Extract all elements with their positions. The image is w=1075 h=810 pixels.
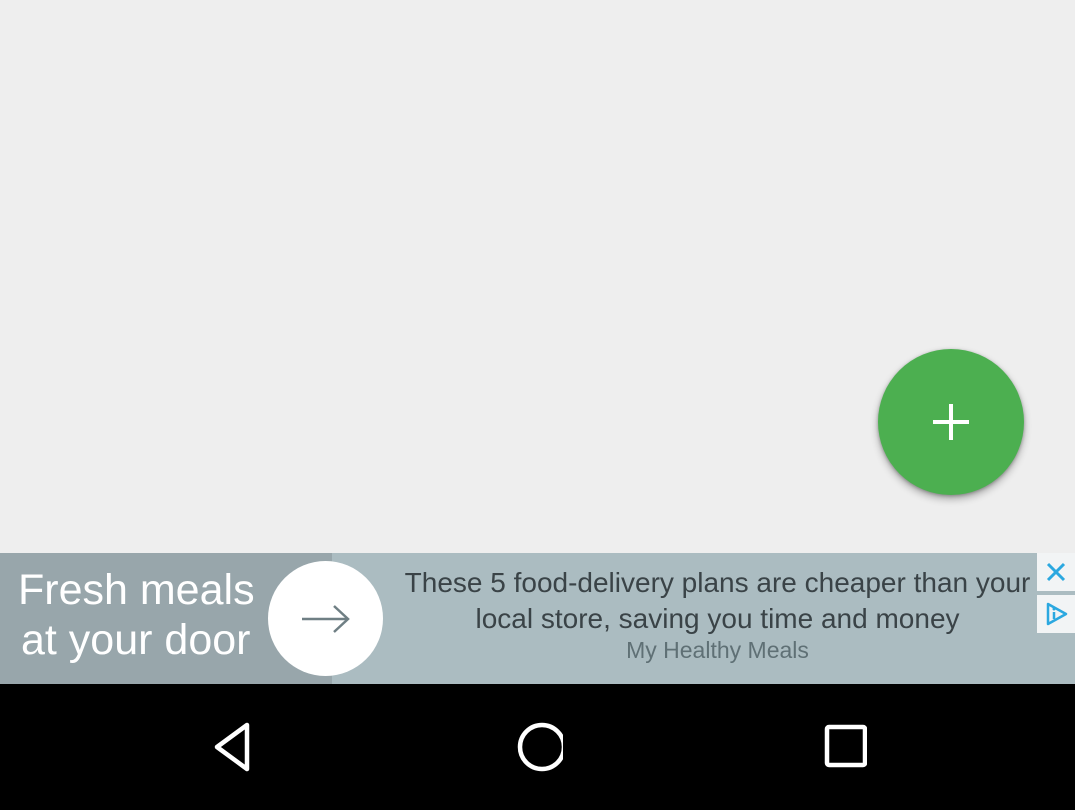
system-navigation-bar xyxy=(0,684,1075,810)
adchoices-icon xyxy=(1046,602,1068,626)
nav-home-button[interactable] xyxy=(500,714,570,780)
close-icon xyxy=(1046,562,1066,582)
ad-arrow-button[interactable] xyxy=(268,561,383,676)
ad-tagline-line-2: at your door xyxy=(21,616,251,664)
nav-recents-button[interactable] xyxy=(804,714,874,780)
recents-square-icon xyxy=(824,724,867,768)
plus-icon xyxy=(933,404,969,440)
nav-back-button[interactable] xyxy=(198,714,268,780)
ad-source[interactable]: My Healthy Meals xyxy=(395,637,1040,664)
ad-tagline: Fresh meals at your door xyxy=(18,565,268,665)
ad-tagline-line-1: Fresh meals xyxy=(18,566,255,614)
ad-banner[interactable]: Fresh meals at your door These 5 food-de… xyxy=(0,553,1075,684)
ad-close-button[interactable] xyxy=(1037,553,1075,591)
arrow-right-icon xyxy=(301,604,350,633)
adchoices-button[interactable] xyxy=(1037,595,1075,633)
home-circle-icon xyxy=(517,722,563,772)
back-triangle-icon xyxy=(214,722,250,772)
add-fab-button[interactable] xyxy=(878,349,1024,495)
ad-headline[interactable]: These 5 food-delivery plans are cheaper … xyxy=(395,565,1040,637)
